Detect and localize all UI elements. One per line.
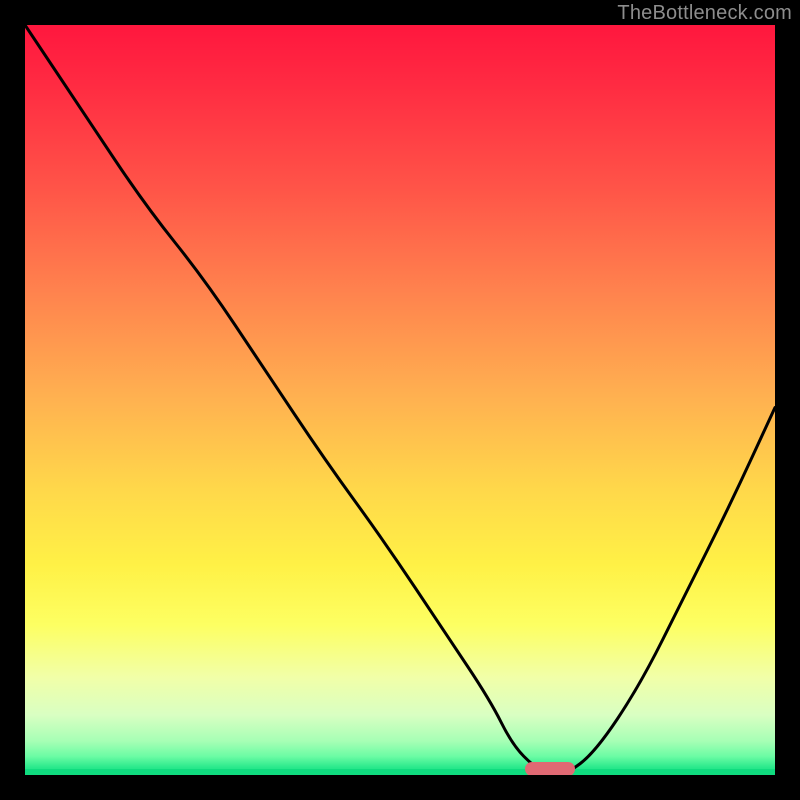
chart-frame: TheBottleneck.com bbox=[0, 0, 800, 800]
plot-area bbox=[25, 25, 775, 775]
watermark-text: TheBottleneck.com bbox=[617, 2, 792, 25]
optimal-marker bbox=[525, 762, 575, 775]
bottleneck-curve bbox=[25, 25, 775, 775]
curve-svg bbox=[25, 25, 775, 775]
